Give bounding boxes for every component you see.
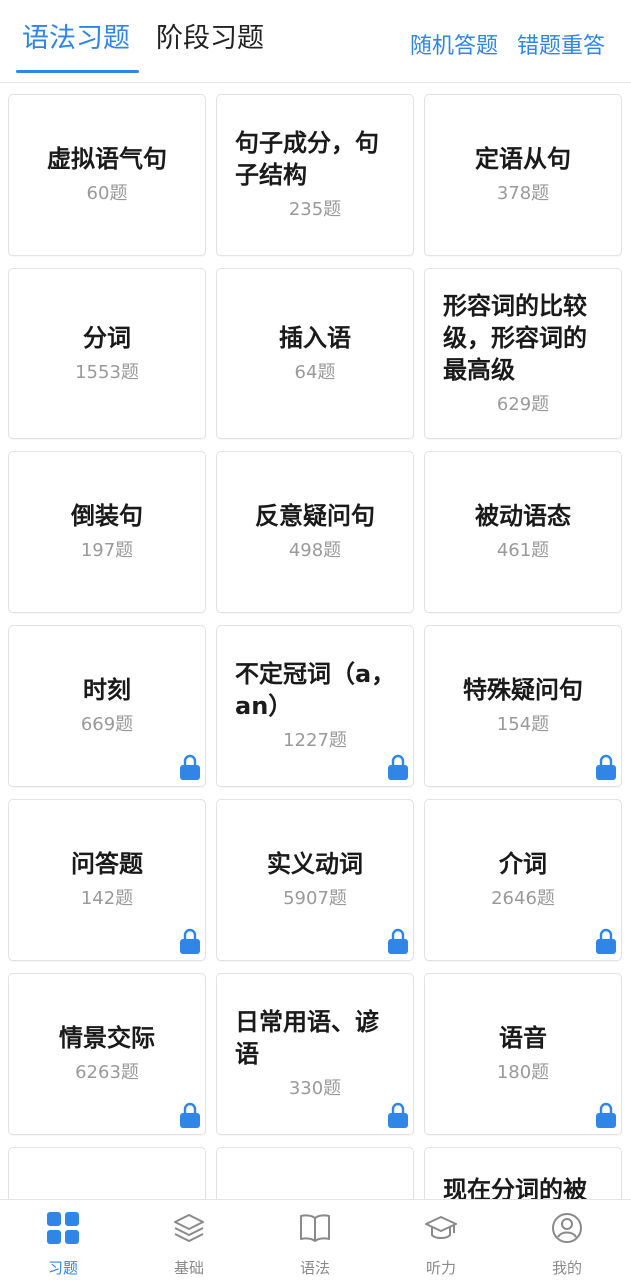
card-title: 倒装句 bbox=[71, 502, 143, 530]
card-count: 142题 bbox=[80, 888, 134, 909]
bottom-navigation: 习题 基础 语法 听力 我的 bbox=[0, 1199, 631, 1280]
card-count: 330题 bbox=[288, 1078, 342, 1099]
nav-label: 语法 bbox=[299, 1259, 330, 1277]
user-icon bbox=[552, 1213, 582, 1243]
book-icon bbox=[300, 1214, 330, 1242]
card-count: 180题 bbox=[496, 1062, 550, 1083]
nav-item-basics[interactable]: 基础 bbox=[126, 1200, 252, 1280]
card-title: 不定冠词（a，an） bbox=[235, 660, 396, 720]
card-count: 6263题 bbox=[75, 1062, 139, 1083]
card-count: 154题 bbox=[496, 714, 550, 735]
card-count: 2646题 bbox=[491, 888, 555, 909]
card-count: 64题 bbox=[294, 361, 336, 383]
card-count: 235题 bbox=[288, 199, 342, 220]
card-title: 问答题 bbox=[71, 850, 143, 878]
exercise-card[interactable]: 分词 1553题 bbox=[8, 268, 206, 439]
exercise-card[interactable]: 不定冠词（a，an） 1227题 bbox=[216, 625, 414, 787]
exercise-card[interactable]: 反意疑问句 498题 bbox=[216, 451, 414, 613]
lock-icon bbox=[388, 928, 408, 954]
card-title: 定语从句 bbox=[475, 145, 571, 173]
card-count: 461题 bbox=[496, 540, 550, 561]
nav-item-grammar[interactable]: 语法 bbox=[252, 1200, 378, 1280]
exercise-card[interactable]: 问答题 142题 bbox=[8, 799, 206, 961]
exercise-card[interactable]: 介词 2646题 bbox=[424, 799, 622, 961]
card-count: 629题 bbox=[496, 393, 550, 415]
exercise-card[interactable]: 定语从句 378题 bbox=[424, 94, 622, 256]
nav-label: 习题 bbox=[47, 1259, 78, 1277]
card-count: 60题 bbox=[86, 183, 128, 204]
wrong-answer-redo-button[interactable]: 错题重答 bbox=[517, 31, 605, 63]
exercise-card[interactable]: 形容词的比较级，形容词的最高级 629题 bbox=[424, 268, 622, 439]
card-title: 虚拟语气句 bbox=[47, 145, 167, 173]
lock-icon bbox=[180, 1102, 200, 1128]
nav-item-exercises[interactable]: 习题 bbox=[0, 1200, 126, 1280]
exercise-card[interactable]: 虚拟语气句 60题 bbox=[8, 94, 206, 256]
card-title: 句子成分，句子结构 bbox=[235, 129, 379, 189]
card-count: 1227题 bbox=[283, 730, 347, 751]
card-title: 被动语态 bbox=[475, 502, 571, 530]
card-count: 669题 bbox=[80, 714, 134, 735]
lock-icon bbox=[388, 1102, 408, 1128]
card-title: 特殊疑问句 bbox=[463, 676, 583, 704]
exercise-card[interactable]: 插入语 64题 bbox=[216, 268, 414, 439]
card-title: 形容词的比较级，形容词的最高级 bbox=[443, 291, 587, 384]
card-title: 现在分词的被 bbox=[443, 1176, 587, 1199]
exercise-grid: 虚拟语气句 60题 句子成分，句子结构 235题 定语从句 378题 分词 15… bbox=[0, 83, 631, 1199]
card-title: 日常用语、谚语 bbox=[235, 1008, 379, 1068]
exercise-card[interactable]: 被动语态 461题 bbox=[424, 451, 622, 613]
exercise-card[interactable]: 现在分词的被 bbox=[424, 1147, 622, 1199]
exercise-card[interactable]: 特殊疑问句 154题 bbox=[424, 625, 622, 787]
lock-icon bbox=[180, 754, 200, 780]
exercise-card[interactable]: 句子成分，句子结构 235题 bbox=[216, 94, 414, 256]
exercise-card[interactable]: 时刻 669题 bbox=[8, 625, 206, 787]
lock-icon bbox=[388, 754, 408, 780]
card-count: 378题 bbox=[496, 183, 550, 204]
exercise-card[interactable]: 情景交际 6263题 bbox=[8, 973, 206, 1135]
card-title: 语音 bbox=[499, 1024, 547, 1052]
exercise-card[interactable]: 日常用语、谚语 330题 bbox=[216, 973, 414, 1135]
exercise-card[interactable]: 倒装句 197题 bbox=[8, 451, 206, 613]
lock-icon bbox=[596, 1102, 616, 1128]
card-count: 197题 bbox=[80, 540, 134, 561]
card-title: 情景交际 bbox=[59, 1024, 155, 1052]
exercise-card[interactable] bbox=[8, 1147, 206, 1199]
nav-label: 基础 bbox=[173, 1259, 204, 1277]
lock-icon bbox=[180, 928, 200, 954]
nav-label: 我的 bbox=[551, 1259, 582, 1277]
top-header: 语法习题 阶段习题 随机答题 错题重答 bbox=[0, 0, 631, 83]
card-title: 介词 bbox=[499, 850, 547, 878]
lock-icon bbox=[596, 754, 616, 780]
card-title: 插入语 bbox=[279, 323, 351, 352]
card-title: 反意疑问句 bbox=[255, 502, 375, 530]
random-answer-button[interactable]: 随机答题 bbox=[410, 31, 498, 63]
nav-item-profile[interactable]: 我的 bbox=[504, 1200, 630, 1280]
app-screen: 语法习题 阶段习题 随机答题 错题重答 虚拟语气句 60题 句子成分，句子结构 … bbox=[0, 0, 631, 1280]
exercise-card[interactable] bbox=[216, 1147, 414, 1199]
grid-icon bbox=[47, 1212, 79, 1244]
tab-stage-exercises[interactable]: 阶段习题 bbox=[156, 20, 264, 58]
card-title: 分词 bbox=[83, 323, 131, 352]
graduation-cap-icon bbox=[425, 1216, 457, 1239]
exercise-card[interactable]: 实义动词 5907题 bbox=[216, 799, 414, 961]
nav-label: 听力 bbox=[425, 1259, 456, 1277]
tab-grammar-exercises[interactable]: 语法习题 bbox=[22, 20, 130, 58]
card-count: 498题 bbox=[288, 540, 342, 561]
card-count: 5907题 bbox=[283, 888, 347, 909]
active-tab-indicator bbox=[16, 70, 139, 73]
layers-icon bbox=[174, 1214, 204, 1242]
nav-item-listening[interactable]: 听力 bbox=[378, 1200, 504, 1280]
card-count: 1553题 bbox=[75, 361, 139, 383]
card-title: 实义动词 bbox=[267, 850, 363, 878]
lock-icon bbox=[596, 928, 616, 954]
exercise-card[interactable]: 语音 180题 bbox=[424, 973, 622, 1135]
card-title: 时刻 bbox=[83, 676, 131, 704]
